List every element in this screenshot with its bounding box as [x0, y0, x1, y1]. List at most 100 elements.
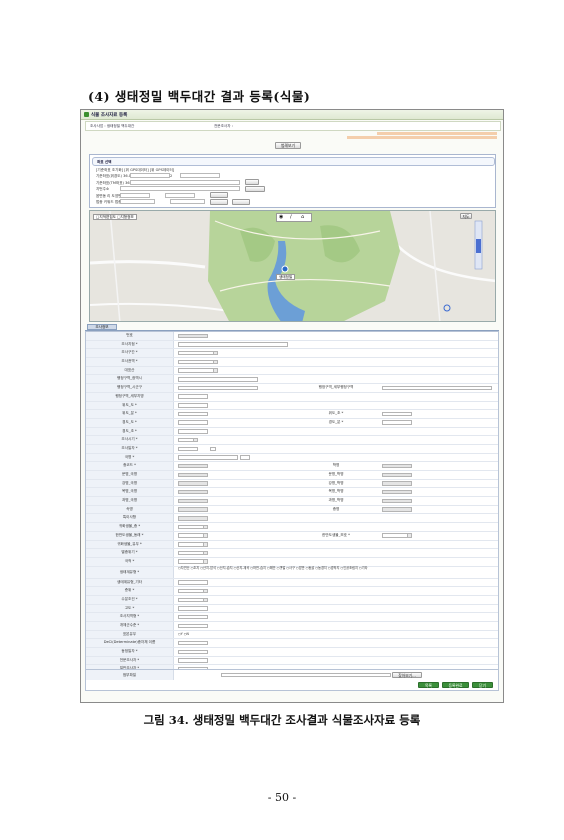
- form-row: 행정구역_광역시: [86, 375, 498, 385]
- form-input-2[interactable]: [382, 481, 412, 486]
- form-row: 대표산: [86, 366, 498, 376]
- form-select[interactable]: [178, 533, 208, 538]
- form-input[interactable]: [178, 377, 258, 382]
- form-input-2[interactable]: [382, 489, 412, 495]
- form-row-label-2: 문명_학명: [328, 472, 344, 476]
- town-field[interactable]: [120, 193, 150, 198]
- species-keyword-field[interactable]: [120, 199, 155, 204]
- form-select[interactable]: [178, 359, 218, 365]
- map-view[interactable]: □지적편집도 □지형정보 ◉ ∕ ⌂ 지도 생태정밀: [89, 210, 496, 322]
- form-select[interactable]: [178, 437, 198, 443]
- form-input[interactable]: [178, 455, 238, 460]
- form-input-2[interactable]: [382, 411, 412, 417]
- address-field[interactable]: [120, 186, 240, 191]
- form-row: 귀화생물_종 *: [86, 523, 498, 532]
- form-row-label-2: 행정구역_세부행정구역: [318, 385, 354, 390]
- form-input[interactable]: [178, 385, 258, 391]
- species-reset-button[interactable]: [232, 199, 250, 205]
- form-row-label: 조사구간 *: [86, 349, 174, 358]
- form-row: 종코드 * 학명: [86, 462, 498, 471]
- lng-field[interactable]: [180, 173, 220, 178]
- form-input[interactable]: [178, 420, 208, 425]
- form-select[interactable]: [178, 588, 208, 594]
- ecosystem-radio-group[interactable]: ○자연산 ○초지 ○산지-암석 ○산지-습지 ○산지-계곡 ○하천-습지 ○해안…: [178, 567, 490, 571]
- map-type-button[interactable]: 지도: [460, 213, 472, 219]
- form-row: 위도_분 * 위도_초 *: [86, 410, 498, 419]
- form-input-2[interactable]: [382, 420, 412, 425]
- form-input[interactable]: [178, 614, 208, 620]
- form-input-2[interactable]: [382, 463, 412, 469]
- form-input[interactable]: [178, 498, 208, 504]
- coordinate-panel: 좌표 선택 [기준좌표 조기화] [위 GPS데이터] [위 GPS데이터] 기…: [89, 154, 496, 208]
- form-select[interactable]: [178, 559, 208, 564]
- form-row: 고도 *: [86, 604, 498, 614]
- form-select[interactable]: [178, 368, 218, 373]
- map-sheet-button[interactable]: [210, 192, 228, 198]
- form-input[interactable]: [178, 411, 208, 417]
- form-input[interactable]: [178, 623, 208, 629]
- form-row-label: 고도 *: [86, 604, 174, 613]
- form-input[interactable]: [178, 640, 208, 646]
- list-button[interactable]: 목록: [418, 682, 439, 688]
- browse-button[interactable]: 찾아보기...: [392, 672, 422, 678]
- polygon-tool-icon[interactable]: ⌂: [301, 214, 304, 220]
- save-button[interactable]: 등록완료: [442, 682, 469, 688]
- form-input[interactable]: [178, 481, 208, 486]
- line-tool-icon[interactable]: ∕: [290, 214, 292, 220]
- form-row-label-2: 학명: [332, 463, 340, 468]
- map-canvas: [90, 211, 495, 321]
- form-input-2[interactable]: [382, 498, 412, 504]
- form-input[interactable]: [178, 394, 208, 399]
- form-input[interactable]: [178, 429, 208, 434]
- form-input[interactable]: [178, 403, 208, 408]
- form-row-label: 생태계유형 *: [86, 566, 174, 578]
- form-input[interactable]: [178, 489, 208, 495]
- close-button[interactable]: 닫기: [472, 682, 493, 688]
- terrain-label: 지형정보: [120, 215, 134, 219]
- village-field[interactable]: [165, 193, 195, 198]
- specimen-radio-group[interactable]: ○Y ○N: [178, 632, 490, 637]
- marker-tool-icon[interactable]: ◉: [279, 214, 283, 220]
- convert-button[interactable]: [245, 179, 259, 185]
- form-input[interactable]: [178, 463, 208, 469]
- window-icon: [84, 112, 89, 117]
- form-row: 경도_도 * 경도_분 *: [86, 418, 498, 428]
- form-input[interactable]: [178, 649, 208, 655]
- form-select[interactable]: [178, 524, 208, 530]
- form-select[interactable]: [178, 597, 208, 603]
- form-input[interactable]: [178, 580, 208, 585]
- species-code-field[interactable]: [170, 199, 205, 204]
- form-row-label: 표본유무: [86, 630, 174, 639]
- form-input[interactable]: [178, 606, 208, 611]
- lat-field[interactable]: [130, 173, 170, 178]
- form-input-2[interactable]: [382, 533, 412, 538]
- form-select[interactable]: [178, 542, 208, 547]
- form-row-label: 과명_국명: [86, 497, 174, 505]
- tab-survey-info[interactable]: 조사정보: [87, 324, 117, 330]
- calendar-button[interactable]: [210, 446, 216, 452]
- form-input[interactable]: [178, 472, 208, 478]
- form-row-label: 전문조사자 *: [86, 656, 174, 665]
- form-input[interactable]: [178, 507, 208, 512]
- form-row: 한반도생물_동래 * 한반도생물_보호 *: [86, 531, 498, 541]
- form-row-label: 번호: [86, 332, 174, 340]
- attach-path-field[interactable]: [221, 672, 391, 677]
- form-input[interactable]: [178, 446, 198, 452]
- form-row-label: 속명: [86, 505, 174, 514]
- view-legend-button[interactable]: 범례보기: [275, 142, 301, 149]
- form-row-label: 대표산: [86, 366, 174, 375]
- form-input[interactable]: [178, 658, 208, 663]
- tm-field[interactable]: [130, 180, 240, 185]
- address-search-button[interactable]: [245, 186, 265, 192]
- form-input[interactable]: [178, 333, 208, 339]
- form-input[interactable]: [178, 342, 288, 347]
- form-input-2[interactable]: [382, 472, 412, 478]
- name-search-button[interactable]: [240, 455, 250, 460]
- form-input[interactable]: [178, 516, 208, 521]
- form-input-2[interactable]: [382, 507, 412, 512]
- form-select[interactable]: [178, 550, 208, 556]
- species-search-button[interactable]: [210, 199, 228, 205]
- form-row: 귀화생물_유무 *: [86, 540, 498, 550]
- form-select[interactable]: [178, 350, 218, 356]
- form-input-2[interactable]: [382, 385, 492, 391]
